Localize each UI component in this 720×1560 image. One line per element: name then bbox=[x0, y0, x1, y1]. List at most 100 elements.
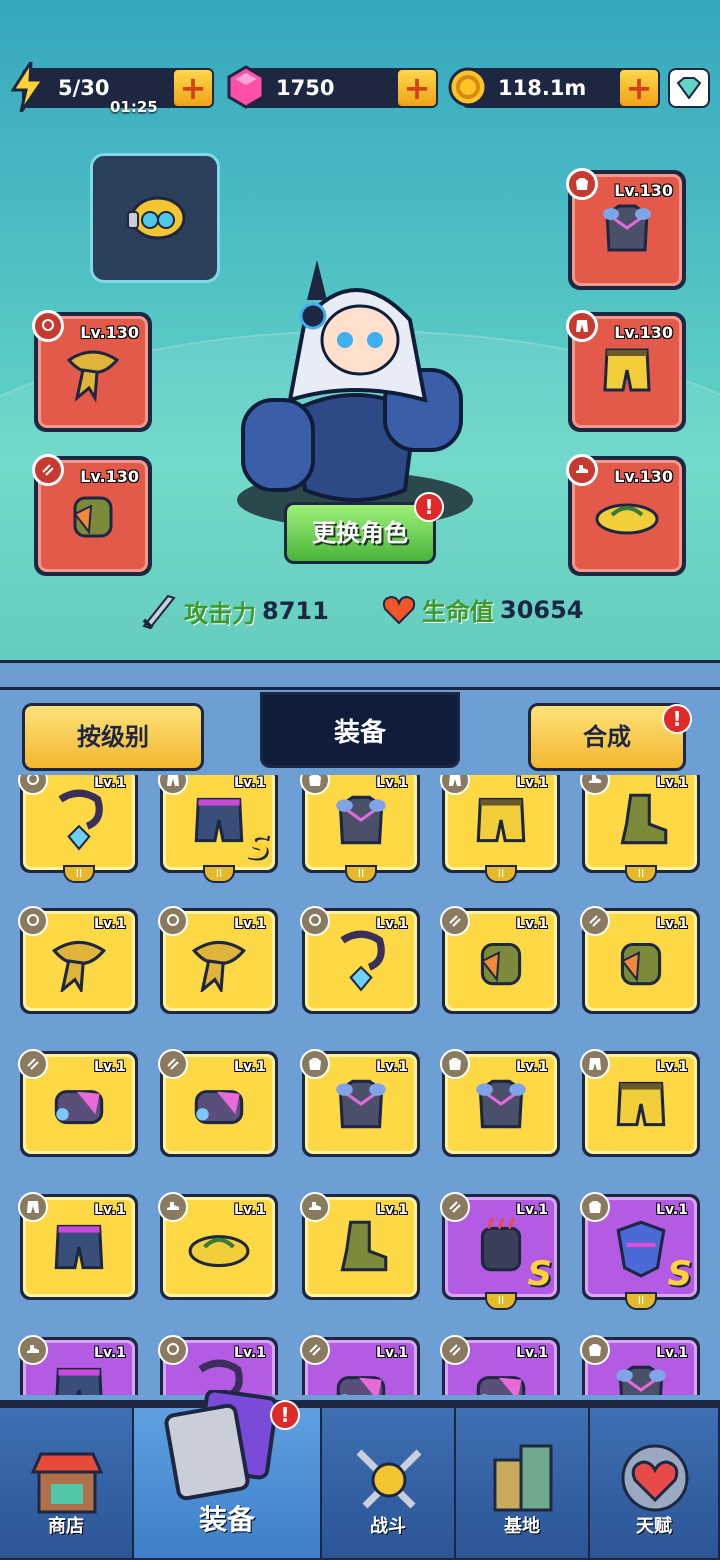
armor-slot[interactable]: Lv.130 bbox=[566, 168, 686, 290]
inventory-item[interactable]: Lv.1 S II bbox=[440, 1192, 560, 1310]
pet-slot[interactable] bbox=[90, 153, 220, 283]
upgrade-pip-icon: II bbox=[203, 865, 235, 883]
inventory-item[interactable]: Lv.1 bbox=[440, 906, 560, 1014]
diamond-shop-button[interactable] bbox=[668, 68, 710, 108]
item-level: Lv.1 bbox=[376, 1059, 408, 1075]
gold-coin-icon bbox=[446, 60, 490, 114]
upgrade-pip-icon: II bbox=[625, 865, 657, 883]
necklace-type-icon bbox=[158, 1335, 188, 1365]
item-level: Lv.1 bbox=[516, 1345, 548, 1361]
gloves-type-icon bbox=[580, 906, 610, 936]
inventory-item[interactable]: Lv.1 bbox=[158, 1192, 278, 1300]
add-coins-button[interactable]: + bbox=[618, 68, 660, 108]
gloves-type-icon bbox=[440, 906, 470, 936]
gauntlet-pink-icon bbox=[476, 1376, 526, 1395]
inventory-item[interactable]: Lv.1 II bbox=[440, 775, 560, 883]
tab-equipment[interactable]: 装备 bbox=[260, 692, 460, 768]
inventory-item[interactable]: Lv.1 bbox=[300, 1192, 420, 1300]
inventory-item[interactable]: Lv.1 bbox=[18, 1335, 138, 1395]
inventory-item[interactable]: Lv.1 bbox=[18, 1192, 138, 1300]
inventory-item[interactable]: Lv.1 bbox=[440, 1335, 560, 1395]
inventory-item[interactable]: Lv.1 bbox=[580, 1049, 700, 1157]
add-gems-button[interactable]: + bbox=[396, 68, 438, 108]
energy-timer: 01:25 bbox=[110, 98, 158, 116]
nav-base[interactable]: 基地 bbox=[456, 1408, 590, 1558]
gloves-type-icon bbox=[18, 1049, 48, 1079]
hp-label: 生命值 bbox=[422, 598, 494, 626]
shop-icon bbox=[30, 1452, 104, 1514]
nav-battle[interactable]: 战斗 bbox=[322, 1408, 456, 1558]
add-energy-button[interactable]: + bbox=[172, 68, 214, 108]
attack-stat: 攻击力 8711 bbox=[140, 592, 329, 630]
inventory-item[interactable]: Lv.1 bbox=[580, 906, 700, 1014]
inventory-item[interactable]: Lv.1 bbox=[580, 1335, 700, 1395]
heart-icon bbox=[382, 595, 416, 624]
armor-type-icon bbox=[300, 1049, 330, 1079]
chest-armor-icon bbox=[603, 204, 651, 252]
pants-type-icon bbox=[580, 1049, 610, 1079]
item-level: Lv.1 bbox=[516, 916, 548, 932]
boots-type-icon bbox=[158, 1192, 188, 1222]
necklace-icon bbox=[58, 789, 103, 851]
upgrade-pip-icon: II bbox=[625, 1292, 657, 1310]
inventory-item[interactable]: Lv.1 S II bbox=[158, 775, 278, 883]
upgrade-pip-icon: II bbox=[485, 1292, 517, 1310]
bottom-nav: 商店 装备 ! 战斗 基地 天赋 bbox=[0, 1390, 720, 1560]
inventory-item[interactable]: Lv.1 II bbox=[300, 775, 420, 883]
inventory-grid: Lv.1 II Lv.1 S II Lv.1 II Lv.1 II Lv.1 II Lv.1 Lv.1 L… bbox=[0, 775, 720, 1395]
pants-icon bbox=[616, 1081, 666, 1127]
inventory-item[interactable]: Lv.1 bbox=[158, 1335, 278, 1395]
armor-icon bbox=[336, 1079, 386, 1129]
item-level: Lv.1 bbox=[656, 1059, 688, 1075]
inventory-item[interactable]: Lv.1 S II bbox=[580, 1192, 700, 1310]
boots-type-icon bbox=[18, 1335, 48, 1365]
item-level: Lv.1 bbox=[656, 916, 688, 932]
gloves-slot[interactable]: Lv.130 bbox=[32, 454, 152, 576]
necklace-slot[interactable]: Lv.130 bbox=[32, 310, 152, 432]
item-level: Lv.1 bbox=[94, 775, 126, 791]
armor-type-icon bbox=[580, 1335, 610, 1365]
shoes-slot[interactable]: Lv.130 bbox=[566, 454, 686, 576]
necklace-type-icon bbox=[300, 906, 330, 936]
inventory-item[interactable]: Lv.1 bbox=[300, 906, 420, 1014]
hero-character[interactable] bbox=[235, 260, 475, 530]
nav-talent[interactable]: 天赋 bbox=[590, 1408, 720, 1558]
item-level: Lv.1 bbox=[94, 1202, 126, 1218]
sandal-icon bbox=[188, 1235, 250, 1268]
hero-character-art bbox=[237, 260, 473, 528]
drone-pet-icon bbox=[127, 196, 186, 240]
claw-glove-icon bbox=[480, 1217, 522, 1272]
pants-slot[interactable]: Lv.130 bbox=[566, 310, 686, 432]
hp-value: 30654 bbox=[500, 595, 584, 624]
sort-by-level-button[interactable]: 按级别 bbox=[22, 703, 204, 771]
inventory-item[interactable]: Lv.1 II bbox=[580, 775, 700, 883]
crossed-swords-icon bbox=[356, 1449, 422, 1509]
pink-gem-icon bbox=[224, 60, 268, 114]
item-level: Lv.1 bbox=[234, 916, 266, 932]
armor-icon bbox=[336, 795, 386, 845]
inventory-item[interactable]: Lv.1 II bbox=[18, 775, 138, 883]
gauntlet-icon bbox=[480, 942, 522, 986]
inventory-item[interactable]: Lv.1 bbox=[440, 1049, 560, 1157]
attack-label: 攻击力 bbox=[184, 599, 256, 628]
inventory-item[interactable]: Lv.1 bbox=[158, 906, 278, 1014]
upgrade-pip-icon: II bbox=[63, 865, 95, 883]
mask-icon bbox=[616, 1220, 666, 1278]
gloves-type-icon bbox=[440, 1192, 470, 1222]
boots-type-icon bbox=[580, 775, 610, 795]
inventory-item[interactable]: Lv.1 bbox=[300, 1335, 420, 1395]
inventory-item[interactable]: Lv.1 bbox=[18, 906, 138, 1014]
item-level: Lv.1 bbox=[94, 916, 126, 932]
gem-value: 1750 bbox=[276, 76, 335, 100]
building-icon bbox=[493, 1444, 553, 1512]
nav-shop[interactable]: 商店 bbox=[0, 1408, 134, 1558]
hero-stats: 攻击力 8711 生命值 30654 bbox=[0, 592, 720, 636]
nav-equipment[interactable]: 装备 bbox=[134, 1390, 322, 1558]
gloves-type-icon bbox=[32, 454, 64, 486]
coin-bar: 118.1m + bbox=[448, 67, 660, 108]
inventory-item[interactable]: Lv.1 bbox=[158, 1049, 278, 1157]
nav-battle-label: 战斗 bbox=[370, 1516, 406, 1537]
inventory-item[interactable]: Lv.1 bbox=[18, 1049, 138, 1157]
change-character-button[interactable]: 更换角色 bbox=[284, 502, 436, 564]
inventory-item[interactable]: Lv.1 bbox=[300, 1049, 420, 1157]
